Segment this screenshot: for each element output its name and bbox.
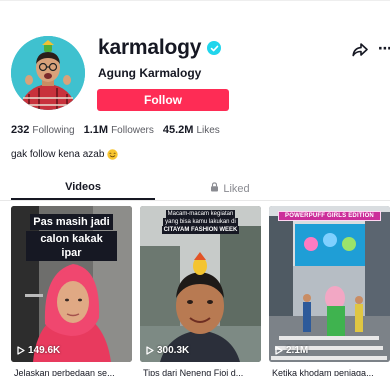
verified-check-icon xyxy=(207,41,222,55)
stat-followers[interactable]: 1.1M Followers xyxy=(84,124,154,136)
following-count: 232 xyxy=(11,124,30,136)
avatar-image xyxy=(11,36,85,110)
video-views-count: 149.6K xyxy=(28,345,61,356)
caption-line: Pas masih jadi xyxy=(30,214,113,230)
video-caption: Macam-macam kegiatan yang bisa kamu laku… xyxy=(144,210,257,234)
smile-emoji-icon xyxy=(107,149,119,160)
play-icon xyxy=(146,346,154,355)
top-divider xyxy=(0,0,390,1)
lock-icon xyxy=(211,182,219,192)
caption-line: Macam-macam kegiatan xyxy=(165,210,236,218)
likes-count: 45.2M xyxy=(162,124,194,136)
profile-username: karmalogy xyxy=(98,36,222,60)
stat-following[interactable]: 232 Following xyxy=(11,124,75,136)
bio-text: gak follow kena azab xyxy=(11,149,105,160)
play-icon xyxy=(275,346,283,355)
video-description[interactable]: Jelaskan perbedaan se... xyxy=(14,368,135,376)
username-text: karmalogy xyxy=(98,36,202,59)
video-thumbnail xyxy=(269,206,390,362)
video-views-count: 2.1M xyxy=(286,345,309,356)
tab-liked[interactable]: Liked xyxy=(170,178,290,200)
video-card[interactable]: Macam-macam kegiatan yang bisa kamu laku… xyxy=(140,206,261,362)
avatar[interactable] xyxy=(11,36,85,110)
video-description[interactable]: Ketika khodam penjaga... xyxy=(272,368,390,376)
tab-liked-label: Liked xyxy=(223,183,250,195)
profile-tabs: Videos Liked xyxy=(0,178,390,201)
video-card[interactable]: POWERPUFF GIRLS EDITION 2.1M xyxy=(269,206,390,362)
stat-likes: 45.2M Likes xyxy=(163,124,220,136)
followers-label: Followers xyxy=(111,125,154,136)
video-views: 149.6K xyxy=(17,345,60,356)
video-description[interactable]: Tips dari Neneng Fioi d... xyxy=(143,368,264,376)
profile-stats: 232 Following 1.1M Followers 45.2M Likes xyxy=(11,124,220,136)
video-views: 2.1M xyxy=(275,345,308,356)
caption-line: yang bisa kamu lakukan di xyxy=(163,218,238,226)
caption-line: CITAYAM FASHION WEEK xyxy=(161,226,240,234)
video-caption: Pas masih jadi calon kakak ipar xyxy=(23,212,120,264)
caption-line: calon kakak ipar xyxy=(26,231,117,261)
tab-videos[interactable]: Videos xyxy=(11,178,155,200)
follow-button[interactable]: Follow xyxy=(97,89,229,111)
video-card[interactable]: Pas masih jadi calon kakak ipar 149.6K xyxy=(11,206,132,362)
tabs-divider xyxy=(0,200,390,201)
video-views: 300.3K xyxy=(146,345,189,356)
more-dots-icon[interactable]: ⋯ xyxy=(378,41,390,55)
play-icon xyxy=(17,346,25,355)
video-views-count: 300.3K xyxy=(157,345,190,356)
profile-bio: gak follow kena azab xyxy=(11,149,119,160)
followers-count: 1.1M xyxy=(83,124,109,136)
following-label: Following xyxy=(32,125,75,136)
profile-nickname: Agung Karmalogy xyxy=(98,66,202,80)
share-arrow-icon[interactable] xyxy=(352,43,368,57)
profile-page: karmalogy Agung Karmalogy Follow ⋯ 232 F… xyxy=(0,0,390,376)
likes-label: Likes xyxy=(196,125,220,136)
video-caption: POWERPUFF GIRLS EDITION xyxy=(278,211,381,221)
